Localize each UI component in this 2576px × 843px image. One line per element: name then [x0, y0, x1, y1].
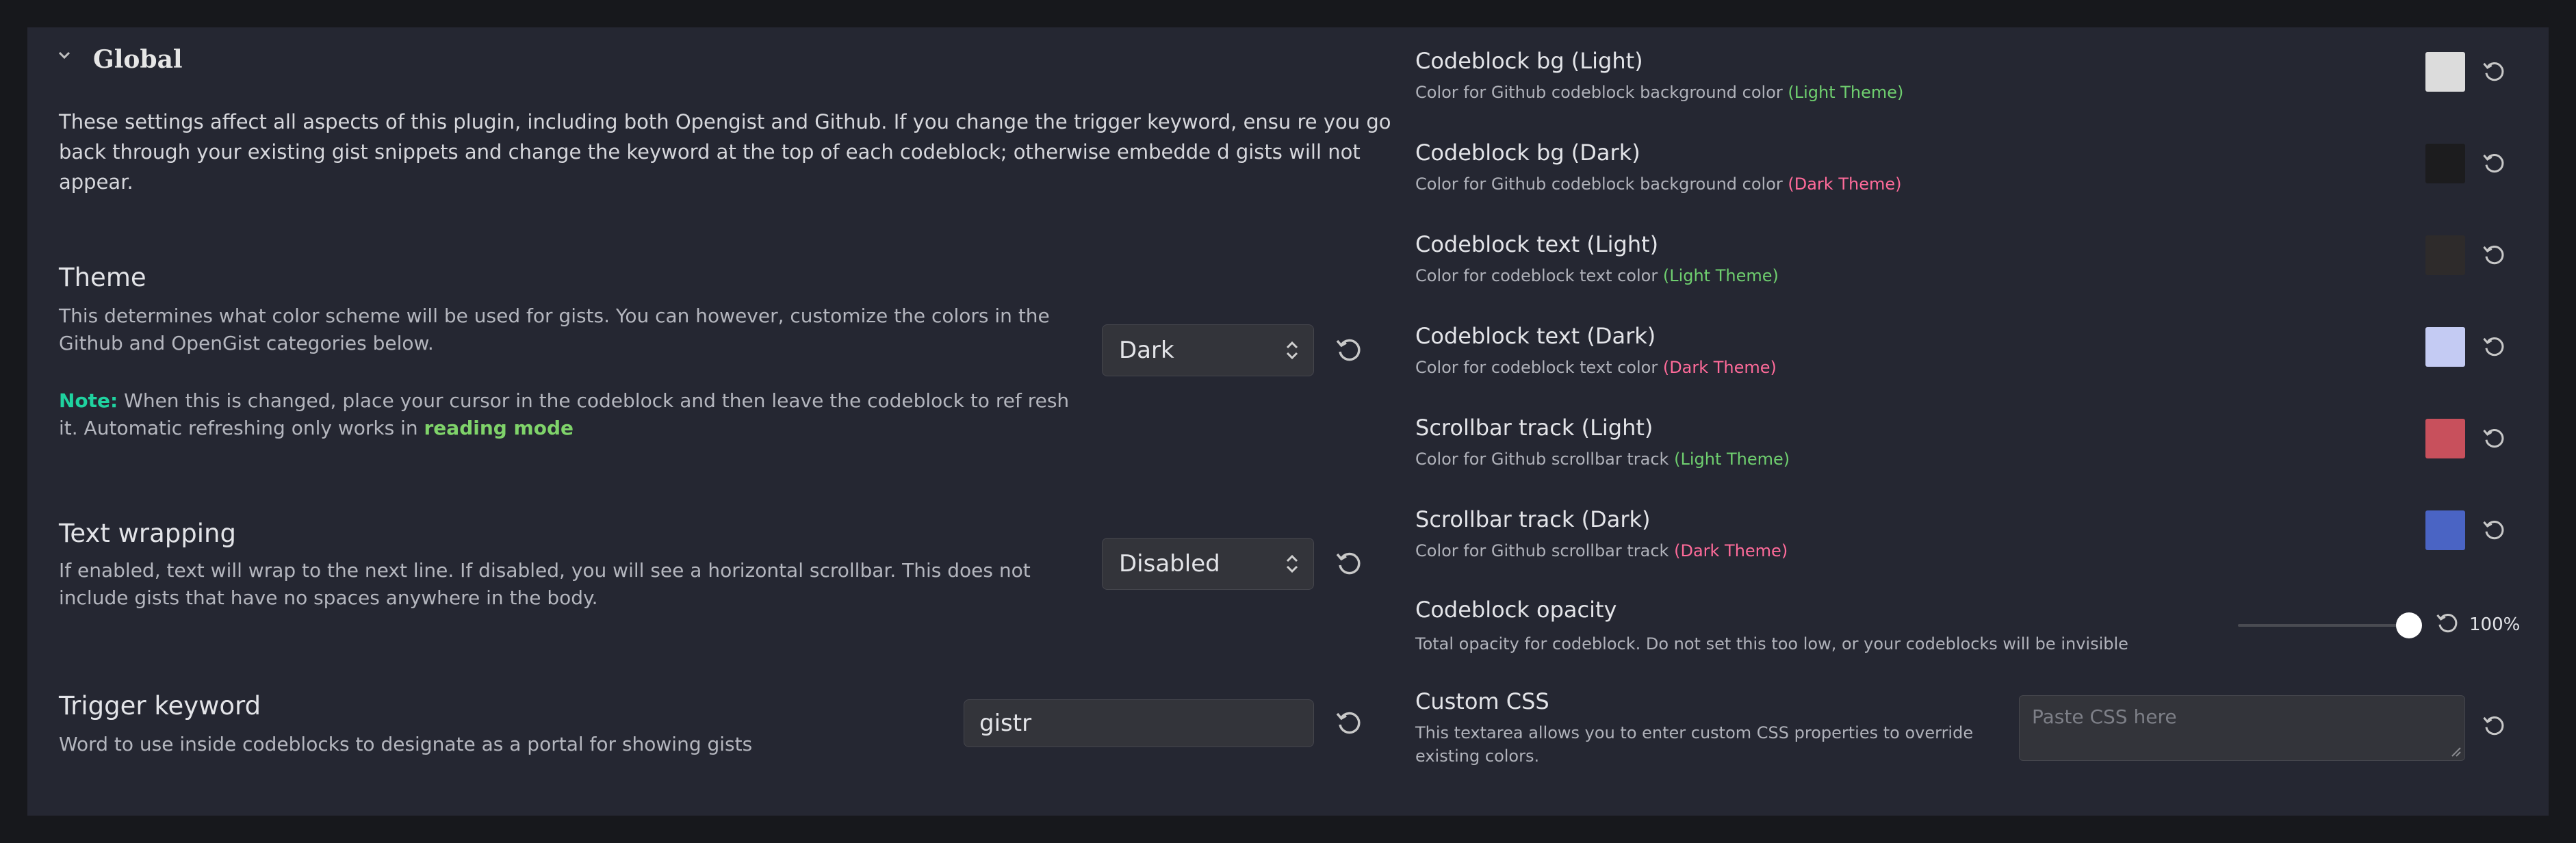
opacity-name: Codeblock opacity — [1415, 597, 1617, 623]
reset-icon[interactable] — [1335, 549, 1365, 579]
color-setting-description-text: Color for Github codeblock background co… — [1415, 174, 1788, 194]
text-wrapping-select-value: Disabled — [1119, 550, 1220, 578]
custom-css-textarea[interactable]: Paste CSS here — [2019, 695, 2465, 761]
custom-css-placeholder: Paste CSS here — [2032, 705, 2177, 728]
color-setting-description: Color for codeblock text color (Dark The… — [1415, 356, 1777, 379]
color-setting-description: Color for codeblock text color (Light Th… — [1415, 264, 1779, 287]
theme-select-value: Dark — [1119, 337, 1174, 364]
section-description: These settings affect all aspects of thi… — [59, 110, 1391, 194]
trigger-keyword-name: Trigger keyword — [59, 691, 261, 721]
text-wrapping-name: Text wrapping — [59, 519, 236, 548]
theme-description: This determines what color scheme will b… — [59, 304, 1050, 354]
color-setting-description: Color for Github scrollbar track (Dark T… — [1415, 539, 1788, 562]
text-wrapping-select[interactable]: Disabled — [1102, 538, 1314, 590]
color-setting-description-text: Color for codeblock text color — [1415, 358, 1663, 377]
trigger-keyword-value: gistr — [979, 710, 1032, 737]
theme-tag: (Light Theme) — [1674, 450, 1790, 469]
reset-icon[interactable] — [1335, 335, 1365, 365]
color-setting-name: Codeblock bg (Light) — [1415, 48, 1643, 74]
updown-arrows-icon — [1286, 554, 1298, 573]
trigger-keyword-description: Word to use inside codeblocks to designa… — [59, 733, 753, 755]
color-swatch[interactable] — [2425, 235, 2465, 275]
reset-icon[interactable] — [2482, 713, 2508, 739]
reset-icon[interactable] — [2482, 517, 2508, 543]
opacity-description: Total opacity for codeblock. Do not set … — [1415, 634, 2128, 653]
color-swatch[interactable] — [2425, 510, 2465, 550]
theme-tag: (Dark Theme) — [1788, 174, 1902, 194]
opacity-value: 100% — [2469, 614, 2521, 635]
color-setting-name: Scrollbar track (Dark) — [1415, 506, 1651, 532]
note-emphasis: reading mode — [424, 417, 574, 439]
reset-icon[interactable] — [2482, 334, 2508, 360]
color-setting-description: Color for Github scrollbar track (Light … — [1415, 448, 1790, 471]
resize-handle-icon[interactable] — [2449, 745, 2462, 757]
theme-note: Note: When this is changed, place your c… — [59, 387, 1085, 442]
color-setting-description-text: Color for Github scrollbar track — [1415, 541, 1675, 560]
color-setting-name: Scrollbar track (Light) — [1415, 415, 1653, 441]
opacity-slider-thumb[interactable] — [2396, 612, 2422, 638]
theme-tag: (Dark Theme) — [1662, 358, 1777, 377]
color-setting-description-text: Color for Github scrollbar track — [1415, 450, 1675, 469]
color-swatch[interactable] — [2425, 144, 2465, 183]
text-wrapping-description: If enabled, text will wrap to the next l… — [59, 559, 1031, 609]
color-swatch[interactable] — [2425, 419, 2465, 458]
color-setting-description-text: Color for codeblock text color — [1415, 266, 1663, 285]
reset-icon[interactable] — [2482, 426, 2508, 452]
updown-arrows-icon — [1286, 341, 1298, 360]
reset-icon[interactable] — [1335, 708, 1365, 738]
reset-icon[interactable] — [2482, 59, 2508, 85]
chevron-down-icon[interactable] — [56, 45, 73, 69]
custom-css-description: This textarea allows you to enter custom… — [1415, 723, 1974, 766]
color-setting-name: Codeblock bg (Dark) — [1415, 140, 1640, 166]
color-swatch[interactable] — [2425, 52, 2465, 92]
theme-tag: (Light Theme) — [1788, 83, 1904, 102]
reset-icon[interactable] — [2482, 242, 2508, 268]
theme-tag: (Dark Theme) — [1674, 541, 1788, 560]
color-setting-description: Color for Github codeblock background co… — [1415, 172, 1901, 196]
color-setting-name: Codeblock text (Dark) — [1415, 323, 1656, 349]
custom-css-name: Custom CSS — [1415, 688, 1549, 714]
theme-tag: (Light Theme) — [1662, 266, 1779, 285]
color-swatch[interactable] — [2425, 327, 2465, 367]
color-setting-description: Color for Github codeblock background co… — [1415, 81, 1903, 104]
opacity-slider-track[interactable] — [2238, 624, 2409, 627]
note-label: Note: — [59, 389, 118, 412]
section-title[interactable]: Global — [93, 45, 183, 74]
reset-icon[interactable] — [2482, 151, 2508, 177]
color-setting-description-text: Color for Github codeblock background co… — [1415, 83, 1788, 102]
reset-icon[interactable] — [2435, 610, 2461, 636]
theme-select[interactable]: Dark — [1102, 324, 1314, 376]
theme-name: Theme — [59, 263, 146, 292]
color-setting-name: Codeblock text (Light) — [1415, 231, 1659, 257]
trigger-keyword-input[interactable]: gistr — [964, 699, 1314, 747]
